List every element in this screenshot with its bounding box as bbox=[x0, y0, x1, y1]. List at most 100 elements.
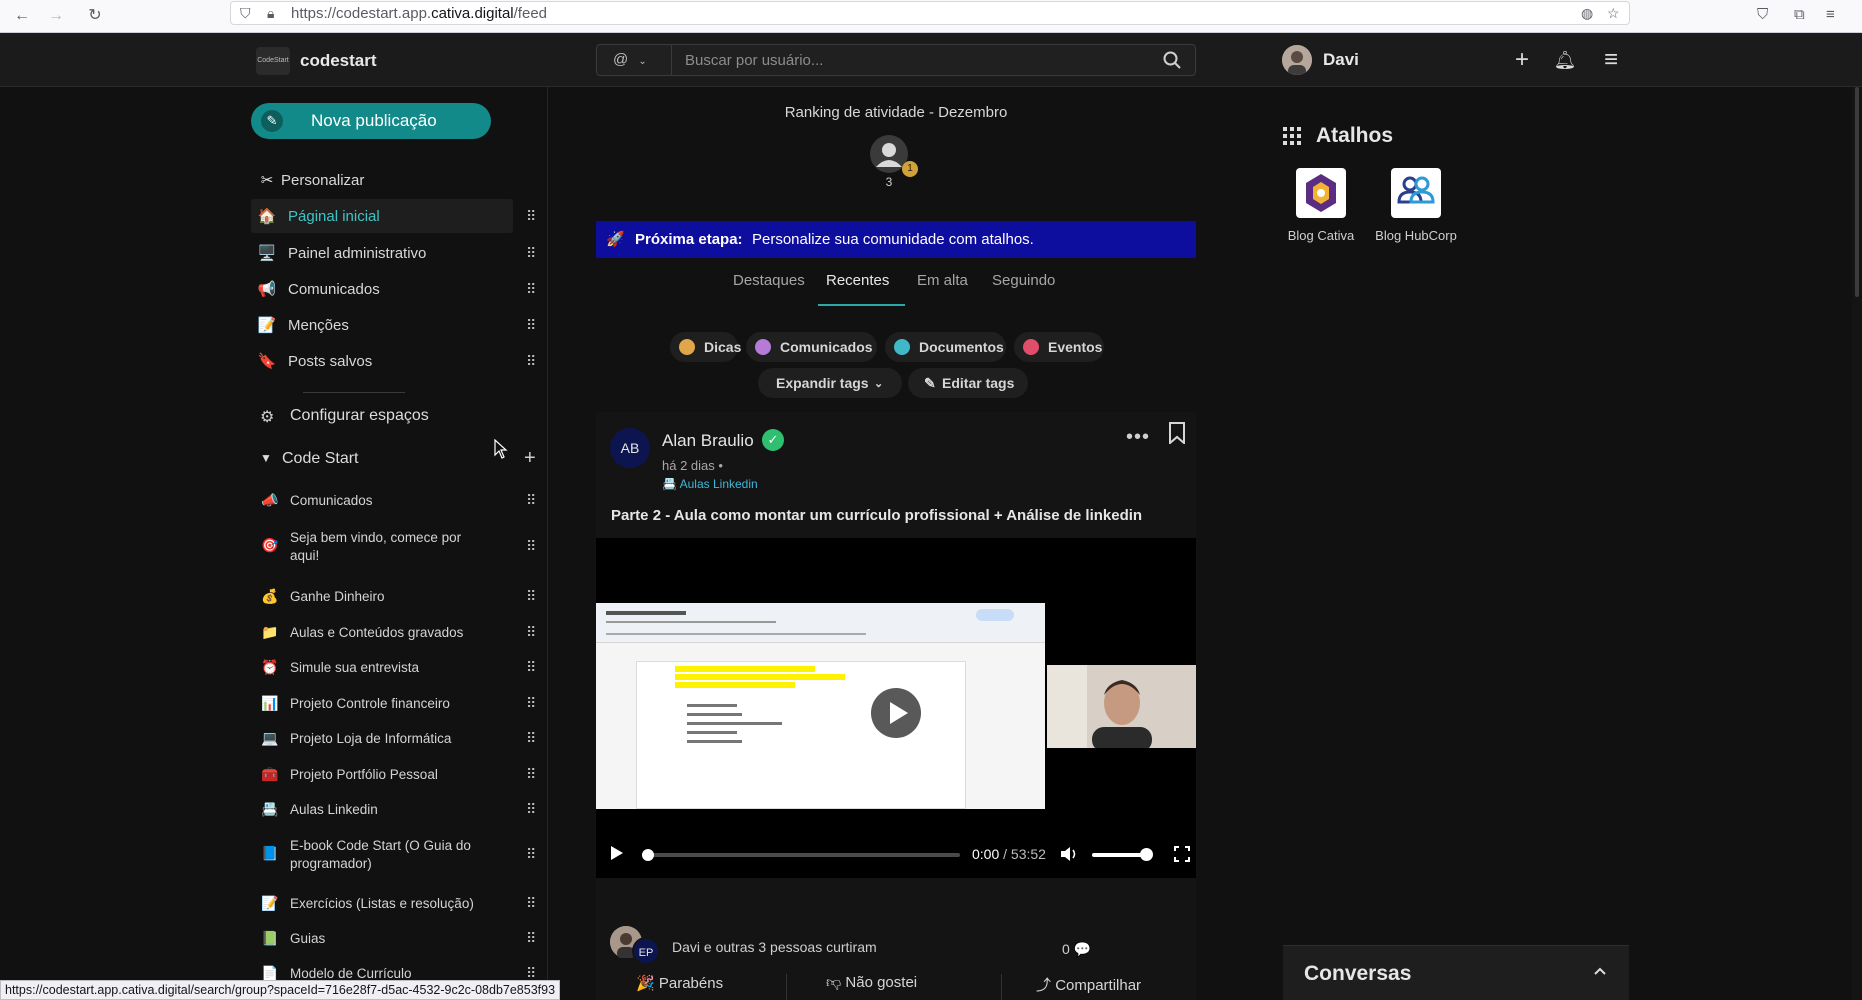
drag-handle-icon[interactable]: ⠿ bbox=[526, 625, 536, 639]
drag-handle-icon[interactable]: ⠿ bbox=[526, 660, 536, 674]
drag-handle-icon[interactable]: ⠿ bbox=[526, 493, 536, 507]
video-timeline-knob[interactable] bbox=[642, 849, 654, 861]
sidebar-item-saved-posts[interactable]: 🔖 Posts salvos bbox=[251, 344, 513, 378]
conversations-panel[interactable]: Conversas bbox=[1283, 945, 1629, 1000]
volume-slider-knob[interactable] bbox=[1139, 848, 1153, 861]
sidebar-item-mentions[interactable]: 📝 Menções bbox=[251, 308, 513, 342]
page-scrollbar[interactable] bbox=[1852, 87, 1862, 1000]
drag-handle-icon[interactable]: ⠿ bbox=[526, 318, 536, 332]
chevron-down-icon: ⌄ bbox=[874, 378, 884, 390]
extension-icon[interactable]: ◍ bbox=[1581, 5, 1593, 22]
volume-icon[interactable] bbox=[1060, 845, 1078, 863]
drag-handle-icon[interactable]: ⠿ bbox=[526, 802, 536, 816]
bell-icon[interactable]: 🔔︎ bbox=[1552, 47, 1578, 73]
expand-tags-button[interactable]: Expandir tags ⌄ bbox=[758, 368, 902, 398]
avatar[interactable]: EP bbox=[632, 937, 660, 965]
drag-handle-icon[interactable]: ⠿ bbox=[526, 896, 536, 910]
ranking-count: 3 bbox=[885, 175, 893, 189]
post-space-link[interactable]: 📇 Aulas Linkedin bbox=[662, 477, 758, 491]
search-input[interactable] bbox=[673, 45, 1153, 75]
reload-icon[interactable]: ↻ bbox=[85, 6, 105, 26]
new-post-button[interactable]: ✎ Nova publicação bbox=[251, 103, 491, 139]
shield-icon[interactable]: ⛉ bbox=[240, 5, 251, 22]
sidebar-item-home[interactable]: 🏠 Páginal inicial bbox=[251, 199, 513, 233]
add-space-icon[interactable]: + bbox=[524, 447, 536, 470]
bookmark-icon[interactable] bbox=[1169, 422, 1185, 444]
feed-tabs: Destaques Recentes Em alta Seguindo bbox=[596, 262, 1196, 306]
search-icon[interactable] bbox=[1163, 51, 1181, 69]
dislike-button[interactable]: 👎︎ Não gostei bbox=[826, 974, 917, 1000]
share-icon: ⤴ bbox=[1036, 977, 1052, 994]
browser-menu-icon[interactable]: ≡ bbox=[1826, 6, 1835, 23]
green-book-icon: 📗 bbox=[261, 930, 279, 946]
address-bar[interactable]: ⛉ 🔒︎ https://codestart.app.cativa.digita… bbox=[230, 1, 1630, 25]
brand-name[interactable]: codestart bbox=[300, 51, 377, 71]
drag-handle-icon[interactable]: ⠿ bbox=[526, 731, 536, 745]
tools-icon: ✂︎ bbox=[260, 172, 274, 189]
tag-chip-documents[interactable]: Documentos bbox=[885, 332, 1006, 362]
shortcuts-title: Atalhos bbox=[1316, 124, 1394, 147]
scrollbar-thumb[interactable] bbox=[1855, 87, 1859, 297]
divider bbox=[303, 392, 405, 393]
tag-chip-events[interactable]: Eventos bbox=[1014, 332, 1104, 362]
drag-handle-icon[interactable]: ⠿ bbox=[526, 696, 536, 710]
bookmark-star-icon[interactable]: ☆ bbox=[1607, 5, 1620, 22]
megaphone-icon: 📢 bbox=[257, 281, 277, 298]
hamburger-menu-icon[interactable]: ≡ bbox=[1598, 47, 1624, 73]
drag-handle-icon[interactable]: ⠿ bbox=[526, 847, 536, 861]
lock-icon[interactable]: 🔒︎ bbox=[267, 5, 274, 22]
post-timestamp: há 2 dias • bbox=[662, 458, 723, 473]
next-step-banner[interactable]: 🚀 Próxima etapa: Personalize sua comunid… bbox=[596, 221, 1196, 258]
tab-recent[interactable]: Recentes bbox=[826, 272, 889, 289]
extensions-icon[interactable]: ⧉ bbox=[1794, 6, 1805, 23]
tag-chip-announcements[interactable]: Comunicados bbox=[746, 332, 877, 362]
author-avatar[interactable]: AB bbox=[610, 428, 650, 468]
divider bbox=[786, 974, 787, 1000]
search-type-select[interactable]: @ ⌄ bbox=[597, 45, 672, 75]
more-options-icon[interactable]: ••• bbox=[1126, 426, 1150, 449]
plus-icon[interactable]: + bbox=[1509, 47, 1535, 73]
sidebar-item-customize[interactable]: ✂︎ Personalizar bbox=[251, 163, 513, 197]
pocket-icon[interactable]: ⛉ bbox=[1757, 6, 1768, 23]
tab-following[interactable]: Seguindo bbox=[992, 272, 1055, 289]
drag-handle-icon[interactable]: ⠿ bbox=[526, 767, 536, 781]
drag-handle-icon[interactable]: ⠿ bbox=[526, 246, 536, 260]
post-author[interactable]: Alan Braulio bbox=[662, 431, 754, 451]
play-overlay-button[interactable] bbox=[871, 688, 921, 738]
caret-down-icon: ▼ bbox=[260, 451, 272, 465]
search-bar: @ ⌄ bbox=[596, 44, 1196, 76]
volume-slider[interactable] bbox=[1092, 853, 1146, 857]
avatar[interactable] bbox=[1282, 45, 1312, 75]
mentions-icon: 📝 bbox=[257, 317, 277, 334]
user-name[interactable]: Davi bbox=[1323, 50, 1359, 70]
tab-highlights[interactable]: Destaques bbox=[733, 272, 805, 289]
likes-text[interactable]: Davi e outras 3 pessoas curtiram bbox=[672, 939, 877, 955]
active-tab-indicator bbox=[818, 304, 905, 306]
computer-icon: 💻 bbox=[261, 730, 279, 746]
congrats-button[interactable]: 🎉 Parabéns bbox=[636, 974, 723, 1000]
folder-icon: 📁 bbox=[261, 624, 279, 640]
video-timeline[interactable] bbox=[648, 853, 960, 857]
drag-handle-icon[interactable]: ⠿ bbox=[526, 354, 536, 368]
sidebar-item-announcements[interactable]: 📢 Comunicados bbox=[251, 272, 513, 306]
edit-tags-button[interactable]: ✎ Editar tags bbox=[908, 368, 1028, 398]
drag-handle-icon[interactable]: ⠿ bbox=[526, 539, 536, 553]
app-header: CodeStart codestart @ ⌄ Davi + 🔔︎ ≡ bbox=[0, 33, 1862, 87]
fullscreen-icon[interactable] bbox=[1174, 846, 1190, 862]
drag-handle-icon[interactable]: ⠿ bbox=[526, 282, 536, 296]
brand-logo[interactable]: CodeStart bbox=[256, 47, 290, 75]
comment-count[interactable]: 0 💬 bbox=[1062, 941, 1091, 958]
drag-handle-icon[interactable]: ⠿ bbox=[526, 931, 536, 945]
drag-handle-icon[interactable]: ⠿ bbox=[526, 589, 536, 603]
drag-handle-icon[interactable]: ⠿ bbox=[526, 966, 536, 980]
tab-trending[interactable]: Em alta bbox=[917, 272, 968, 289]
back-icon[interactable]: ← bbox=[12, 6, 32, 26]
drag-handle-icon[interactable]: ⠿ bbox=[526, 209, 536, 223]
tag-chip-tips[interactable]: Dicas bbox=[670, 332, 741, 362]
forward-icon[interactable]: → bbox=[46, 6, 66, 26]
sidebar-item-admin[interactable]: 🖥️ Painel administrativo bbox=[251, 236, 513, 270]
play-icon[interactable] bbox=[610, 845, 624, 861]
video-player[interactable]: 0:00 / 53:52 bbox=[596, 538, 1196, 878]
share-button[interactable]: ⤴ Compartilhar bbox=[1036, 974, 1141, 1000]
tips-icon bbox=[679, 339, 695, 355]
